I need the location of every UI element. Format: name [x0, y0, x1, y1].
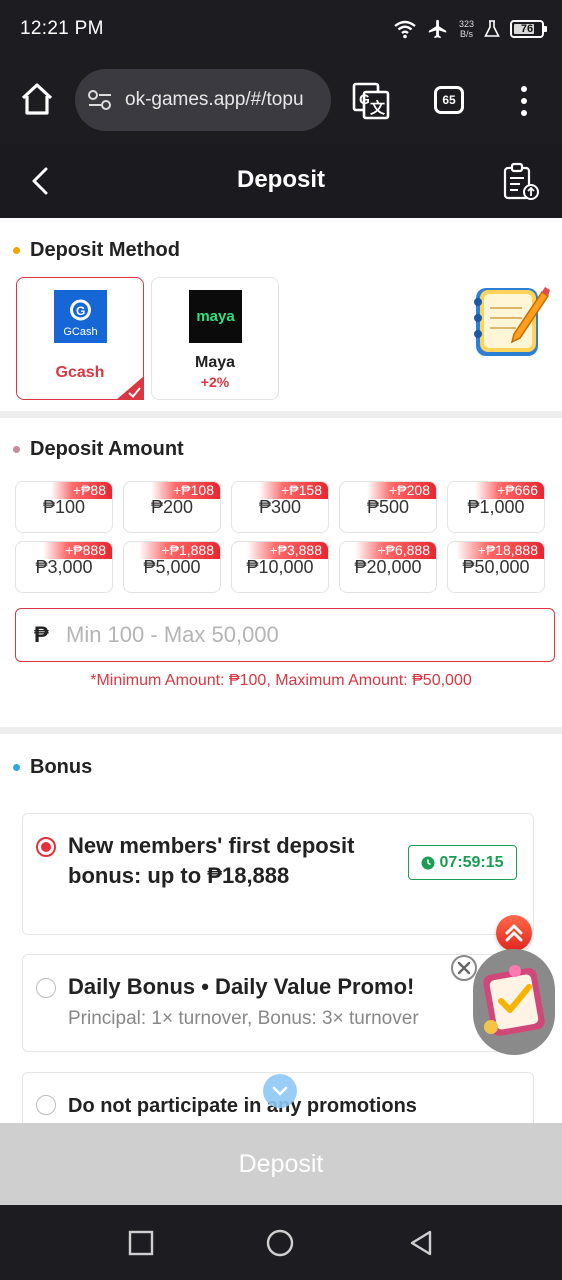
method-gcash[interactable]: G GCash Gcash — [16, 277, 144, 400]
amount-value: ₱1,000 — [467, 497, 525, 517]
countdown-value: 07:59:15 — [439, 853, 504, 871]
amount-option-20000[interactable]: +₱6,888 ₱20,000 — [339, 541, 437, 593]
status-time: 12:21 PM — [20, 18, 104, 39]
page-title: Deposit — [236, 166, 325, 193]
amount-value: ₱5,000 — [143, 557, 201, 577]
amount-value: ₱200 — [150, 497, 194, 517]
flask-icon — [484, 20, 500, 37]
home-icon[interactable] — [18, 80, 56, 118]
deposit-submit-button[interactable]: Deposit — [0, 1123, 562, 1205]
section-dot — [13, 446, 20, 453]
amount-value: ₱20,000 — [354, 557, 422, 577]
svg-text:文: 文 — [370, 99, 386, 117]
deposit-amount-title: Deposit Amount — [30, 438, 184, 460]
section-divider — [0, 411, 562, 418]
bonus-option-title: New members' first deposit bonus: up to … — [68, 831, 354, 891]
amount-option-10000[interactable]: +₱3,888 ₱10,000 — [231, 541, 329, 593]
double-chevron-up-icon — [505, 924, 523, 942]
section-divider — [0, 727, 562, 734]
deposit-content: Deposit Method G GCash Gcash maya Maya +… — [0, 218, 562, 1205]
page-header: Deposit — [0, 144, 562, 218]
wifi-icon — [394, 20, 416, 39]
battery-level: 76 — [520, 23, 534, 35]
countdown-timer: 07:59:15 — [408, 845, 517, 880]
bonus-option-first-deposit[interactable]: New members' first deposit bonus: up to … — [22, 813, 534, 935]
url-text[interactable]: ok-games.app/#/topu — [125, 89, 304, 111]
notebook-pencil-icon[interactable] — [470, 280, 550, 362]
airplane-icon — [428, 19, 447, 39]
maya-logo-text: maya — [196, 308, 235, 325]
translate-icon[interactable]: G 文 — [352, 82, 390, 120]
method-bonus-rate: +2% — [200, 374, 230, 390]
svg-text:G: G — [76, 304, 85, 318]
amount-limit-hint: *Minimum Amount: ₱100, Maximum Amount: ₱… — [90, 672, 472, 689]
network-speed-unit: B/s — [459, 29, 473, 39]
system-nav-bar — [0, 1205, 562, 1280]
amount-value: ₱3,000 — [35, 557, 93, 577]
amount-value: ₱500 — [366, 497, 410, 517]
close-promo-icon[interactable] — [451, 955, 477, 981]
battery-icon: 76 — [510, 20, 547, 38]
back-nav-icon[interactable] — [407, 1229, 435, 1257]
amount-value: ₱50,000 — [462, 557, 530, 577]
browser-menu-icon[interactable] — [514, 84, 534, 118]
bonus-option-title: Daily Bonus • Daily Value Promo! — [68, 974, 415, 999]
radio-unselected[interactable] — [36, 1095, 56, 1115]
selected-check-icon — [116, 376, 144, 400]
status-bar: 12:21 PM 323 B/s 76 — [0, 0, 562, 58]
browser-toolbar: ok-games.app/#/topu G 文 65 — [0, 58, 562, 144]
tab-count: 65 — [442, 93, 456, 107]
bonus-title: Bonus — [30, 756, 93, 778]
amount-value: ₱300 — [258, 497, 302, 517]
chevron-down-icon — [272, 1086, 288, 1096]
tab-switcher-button[interactable]: 65 — [434, 86, 464, 114]
amount-input-box[interactable]: ₱ — [15, 608, 555, 662]
amount-option-200[interactable]: +₱108 ₱200 — [123, 481, 221, 533]
site-settings-icon[interactable] — [87, 89, 113, 111]
section-dot — [13, 247, 20, 254]
network-speed: 323 B/s — [459, 19, 474, 39]
home-nav-icon[interactable] — [266, 1229, 294, 1257]
gcash-logo: G GCash — [54, 290, 107, 343]
scroll-to-top-button[interactable] — [496, 915, 532, 951]
address-bar[interactable]: ok-games.app/#/topu — [75, 69, 331, 131]
clock-icon — [421, 856, 435, 869]
method-name: Maya — [194, 354, 236, 371]
status-icons: 323 B/s 76 — [393, 16, 547, 42]
amount-option-500[interactable]: +₱208 ₱500 — [339, 481, 437, 533]
amount-option-1000[interactable]: +₱666 ₱1,000 — [447, 481, 545, 533]
amount-option-300[interactable]: +₱158 ₱300 — [231, 481, 329, 533]
maya-logo: maya — [189, 290, 242, 343]
svg-text:G: G — [359, 91, 370, 107]
currency-symbol: ₱ — [34, 622, 49, 647]
bonus-title-line2: bonus: up to ₱18,888 — [68, 863, 290, 888]
scroll-down-button[interactable] — [263, 1074, 297, 1108]
amount-option-5000[interactable]: +₱1,888 ₱5,000 — [123, 541, 221, 593]
floating-promo-widget[interactable] — [473, 949, 555, 1055]
bonus-option-title: Do not participate in any promotions — [68, 1095, 417, 1117]
recent-apps-icon[interactable] — [127, 1229, 155, 1257]
gcash-logo-text: GCash — [63, 326, 97, 338]
radio-selected[interactable] — [36, 837, 56, 857]
amount-input[interactable] — [66, 617, 536, 653]
deposit-method-title: Deposit Method — [30, 239, 180, 261]
section-dot — [13, 764, 20, 771]
amount-value: ₱100 — [42, 497, 86, 517]
bonus-option-subtitle: Principal: 1× turnover, Bonus: 3× turnov… — [68, 1008, 419, 1029]
amount-option-3000[interactable]: +₱888 ₱3,000 — [15, 541, 113, 593]
promo-checklist-icon — [483, 965, 545, 1036]
deposit-records-icon[interactable] — [502, 162, 540, 202]
amount-option-100[interactable]: +₱88 ₱100 — [15, 481, 113, 533]
method-maya[interactable]: maya Maya +2% — [151, 277, 279, 400]
bonus-title-line1: New members' first deposit — [68, 833, 355, 858]
amount-option-50000[interactable]: +₱18,888 ₱50,000 — [447, 541, 545, 593]
amount-value: ₱10,000 — [246, 557, 314, 577]
network-speed-value: 323 — [458, 19, 474, 29]
radio-unselected[interactable] — [36, 978, 56, 998]
